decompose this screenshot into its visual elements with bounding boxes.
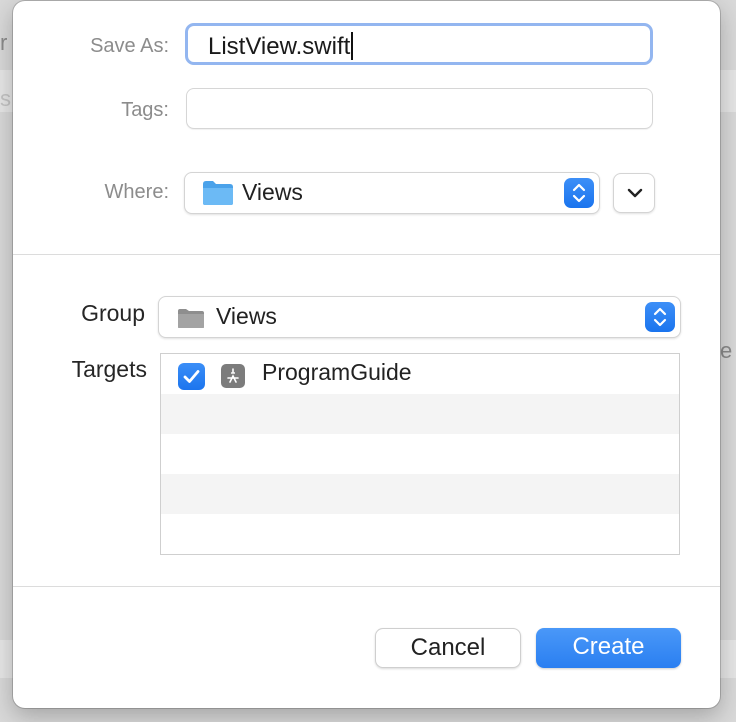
cancel-button[interactable]: Cancel	[375, 628, 521, 668]
target-name: ProgramGuide	[262, 359, 412, 385]
targets-list: ProgramGuide	[160, 353, 680, 555]
save-sheet: Save As: ListView.swift Tags: Where: Vie…	[13, 1, 720, 708]
folder-icon	[177, 308, 205, 334]
save-as-label: Save As:	[90, 35, 169, 57]
expand-browser-button[interactable]	[613, 173, 655, 213]
app-target-icon	[221, 364, 245, 388]
targets-label: Targets	[71, 356, 147, 382]
checkmark-icon	[183, 370, 200, 383]
list-empty-row	[161, 474, 679, 514]
popup-stepper-icon	[564, 178, 594, 208]
tags-label: Tags:	[121, 99, 169, 121]
chevron-down-icon	[627, 188, 643, 198]
target-checkbox[interactable]	[178, 363, 205, 390]
list-empty-row	[161, 434, 679, 474]
popup-stepper-icon	[645, 302, 675, 332]
folder-icon	[202, 180, 234, 211]
section-divider	[13, 586, 720, 587]
save-as-field[interactable]: ListView.swift	[185, 23, 653, 65]
save-as-value: ListView.swift	[208, 33, 351, 60]
background-glyph: r	[0, 30, 8, 55]
list-empty-row	[161, 514, 679, 554]
where-label: Where:	[104, 181, 169, 203]
text-caret	[351, 32, 354, 60]
list-empty-row	[161, 394, 679, 434]
group-label: Group	[81, 300, 145, 326]
target-row-programguide[interactable]: ProgramGuide	[161, 354, 679, 394]
create-button[interactable]: Create	[536, 628, 681, 668]
background-glyph: s	[0, 86, 11, 111]
where-popup[interactable]: Views	[184, 172, 600, 214]
where-value: Views	[242, 179, 303, 205]
group-value: Views	[216, 303, 277, 329]
group-popup[interactable]: Views	[158, 296, 681, 338]
background-glyph: e	[720, 338, 733, 363]
section-divider	[13, 254, 720, 255]
tags-field[interactable]	[186, 88, 653, 129]
